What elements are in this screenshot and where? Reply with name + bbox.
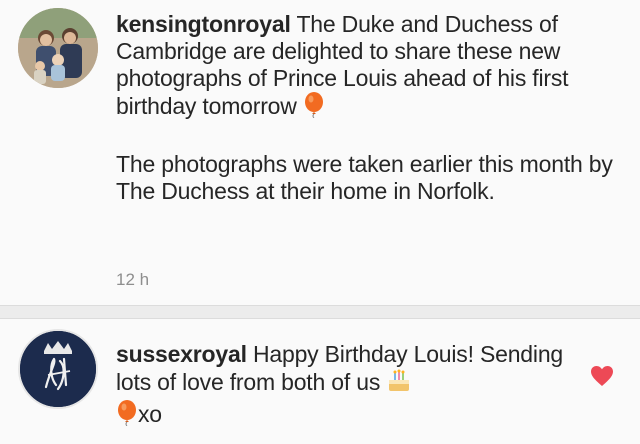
sussexroyal-avatar[interactable] (18, 329, 98, 409)
balloon-icon (116, 400, 138, 432)
caption-text: kensingtonroyal The Duke and Duchess of … (116, 11, 616, 205)
post-caption: kensingtonroyal The Duke and Duchess of … (0, 0, 640, 305)
kensingtonroyal-avatar[interactable] (18, 8, 98, 88)
balloon-icon (303, 92, 325, 124)
caption-paragraph-2: The photographs were taken earlier this … (116, 151, 613, 204)
post-username[interactable]: kensingtonroyal (116, 11, 291, 37)
comment-text: sussexroyal Happy Birthday Louis! Sendin… (116, 341, 576, 432)
post-timestamp[interactable]: 12 h (116, 270, 149, 290)
comment: sussexroyal Happy Birthday Louis! Sendin… (0, 319, 640, 444)
divider (0, 305, 640, 319)
like-heart-icon[interactable] (590, 365, 614, 387)
cake-icon (386, 368, 412, 400)
family-photo-icon (18, 8, 98, 88)
monogram-crest-icon (20, 331, 96, 407)
comment-sign-off: xo (138, 401, 162, 428)
comment-username[interactable]: sussexroyal (116, 341, 247, 367)
